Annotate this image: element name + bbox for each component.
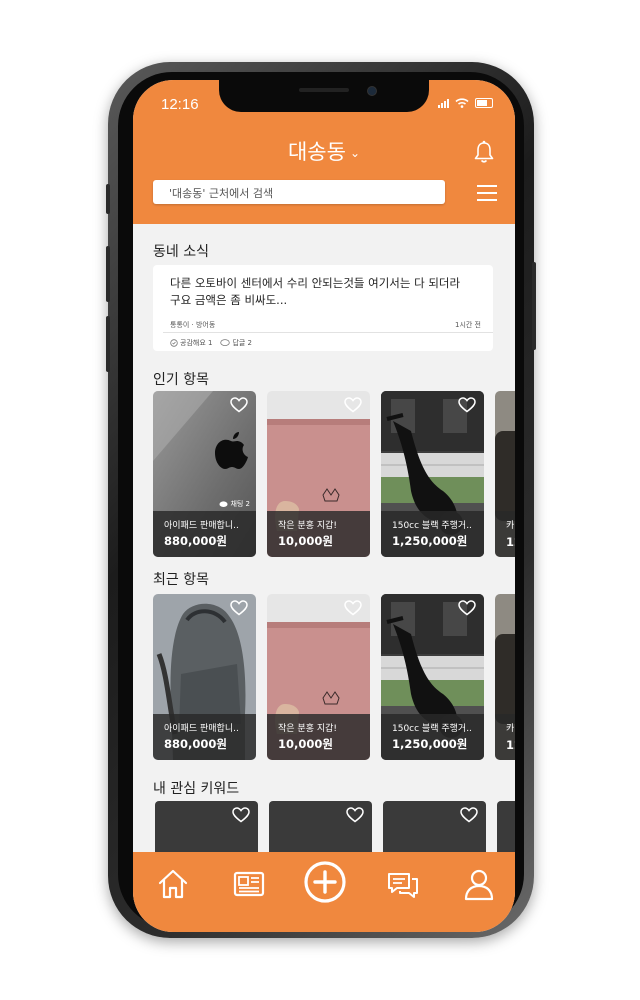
card-title: 아이패드 판매합니.. (164, 724, 239, 734)
app-screen: 12:16 대송동 ⌄ '대송동' 근처에서 검색 동네 소식 다른 오토바이 … (133, 80, 515, 932)
status-icons (438, 98, 493, 108)
news-section-title: 동네 소식 (153, 244, 209, 260)
news-icon[interactable] (231, 866, 267, 902)
comment-icon (220, 339, 231, 346)
location-selector[interactable]: 대송동 ⌄ (133, 136, 515, 166)
heart-icon[interactable] (344, 600, 362, 616)
product-card[interactable]: 150cc 블랙 주행거.. 1,250,000원 (381, 594, 484, 760)
popular-items-row: 채팅 2 아이패드 판매합니.. 880,000원 작은 분홍 지갑! 10,0… (153, 391, 515, 557)
heart-icon[interactable] (458, 600, 476, 616)
bottom-tab-bar (133, 852, 515, 932)
product-card[interactable]: 150cc 블랙 주행거.. 1,250,000원 (381, 391, 484, 557)
card-price: 12 (506, 738, 515, 752)
chat-count-badge: 채팅 2 (219, 499, 250, 509)
profile-icon[interactable] (461, 866, 497, 902)
comment-count: 답글 2 (232, 339, 253, 347)
search-input[interactable]: '대송동' 근처에서 검색 (153, 180, 445, 204)
product-card[interactable]: 카 12 (495, 391, 515, 557)
cellular-signal-icon (438, 99, 449, 108)
like-button[interactable]: 공감해요 1 (170, 338, 212, 348)
product-card[interactable]: 아이패드 판매합니.. 880,000원 (153, 594, 256, 760)
chat-icon[interactable] (385, 866, 421, 902)
bell-icon[interactable] (473, 140, 495, 164)
heart-icon[interactable] (230, 397, 248, 413)
card-title: 150cc 블랙 주행거.. (392, 521, 472, 531)
like-count: 공감해요 1 (180, 339, 213, 347)
card-price: 1,250,000원 (392, 534, 468, 548)
menu-icon[interactable] (477, 185, 497, 201)
card-price: 12 (506, 535, 515, 549)
side-button-silent (106, 184, 110, 214)
phone-notch (219, 80, 429, 112)
comment-button[interactable]: 답글 2 (220, 338, 252, 348)
product-card[interactable]: 채팅 2 아이패드 판매합니.. 880,000원 (153, 391, 256, 557)
card-title: 작은 분홍 지갑! (278, 724, 338, 734)
card-title: 아이패드 판매합니.. (164, 521, 239, 531)
keywords-section-title: 내 관심 키워드 (153, 781, 240, 797)
product-card[interactable]: 카 12 (495, 594, 515, 760)
product-card[interactable]: 작은 분홍 지갑! 10,000원 (267, 594, 370, 760)
side-button-power (532, 262, 536, 350)
heart-icon[interactable] (230, 600, 248, 616)
home-icon[interactable] (155, 866, 191, 902)
chevron-down-icon: ⌄ (349, 146, 361, 160)
card-price: 880,000원 (164, 737, 227, 751)
card-price: 10,000원 (278, 534, 333, 548)
search-placeholder: '대송동' 근처에서 검색 (169, 187, 274, 200)
recent-section-title: 최근 항목 (153, 572, 209, 588)
heart-icon[interactable] (460, 807, 478, 823)
heart-icon[interactable] (344, 397, 362, 413)
add-icon[interactable] (303, 860, 347, 904)
heart-icon[interactable] (458, 397, 476, 413)
card-price: 10,000원 (278, 737, 333, 751)
card-price: 880,000원 (164, 534, 227, 548)
news-post-actions: 공감해요 1 답글 2 (170, 338, 252, 348)
heart-icon[interactable] (346, 807, 364, 823)
chat-count: 채팅 2 (230, 500, 250, 508)
card-title: 150cc 블랙 주행거.. (392, 724, 472, 734)
recent-items-row: 아이패드 판매합니.. 880,000원 작은 분홍 지갑! 10,000원 1… (153, 594, 515, 760)
check-circle-icon (170, 339, 178, 347)
card-title: 작은 분홍 지갑! (278, 521, 338, 531)
heart-icon[interactable] (232, 807, 250, 823)
wifi-icon (455, 98, 469, 108)
popular-section-title: 인기 항목 (153, 372, 209, 388)
battery-icon (475, 98, 493, 108)
location-label: 대송동 (287, 140, 346, 164)
news-post-meta: 통통이 · 방어동 (170, 321, 216, 329)
card-title: 카 (506, 521, 515, 531)
news-post-time: 1시간 전 (455, 321, 481, 329)
news-post-text: 다른 오토바이 센터에서 수리 안되는것들 여기서는 다 되더라구요 금액은 좀… (170, 276, 461, 307)
news-post-card[interactable]: 다른 오토바이 센터에서 수리 안되는것들 여기서는 다 되더라구요 금액은 좀… (153, 265, 493, 351)
divider (163, 332, 493, 333)
card-title: 카 (506, 724, 515, 734)
status-time: 12:16 (161, 96, 199, 113)
front-camera (367, 86, 377, 96)
speaker-grille (299, 88, 349, 92)
card-price: 1,250,000원 (392, 737, 468, 751)
chat-bubble-icon (219, 500, 228, 507)
product-card[interactable]: 작은 분홍 지갑! 10,000원 (267, 391, 370, 557)
side-button-volume-down (106, 316, 110, 372)
side-button-volume-up (106, 246, 110, 302)
